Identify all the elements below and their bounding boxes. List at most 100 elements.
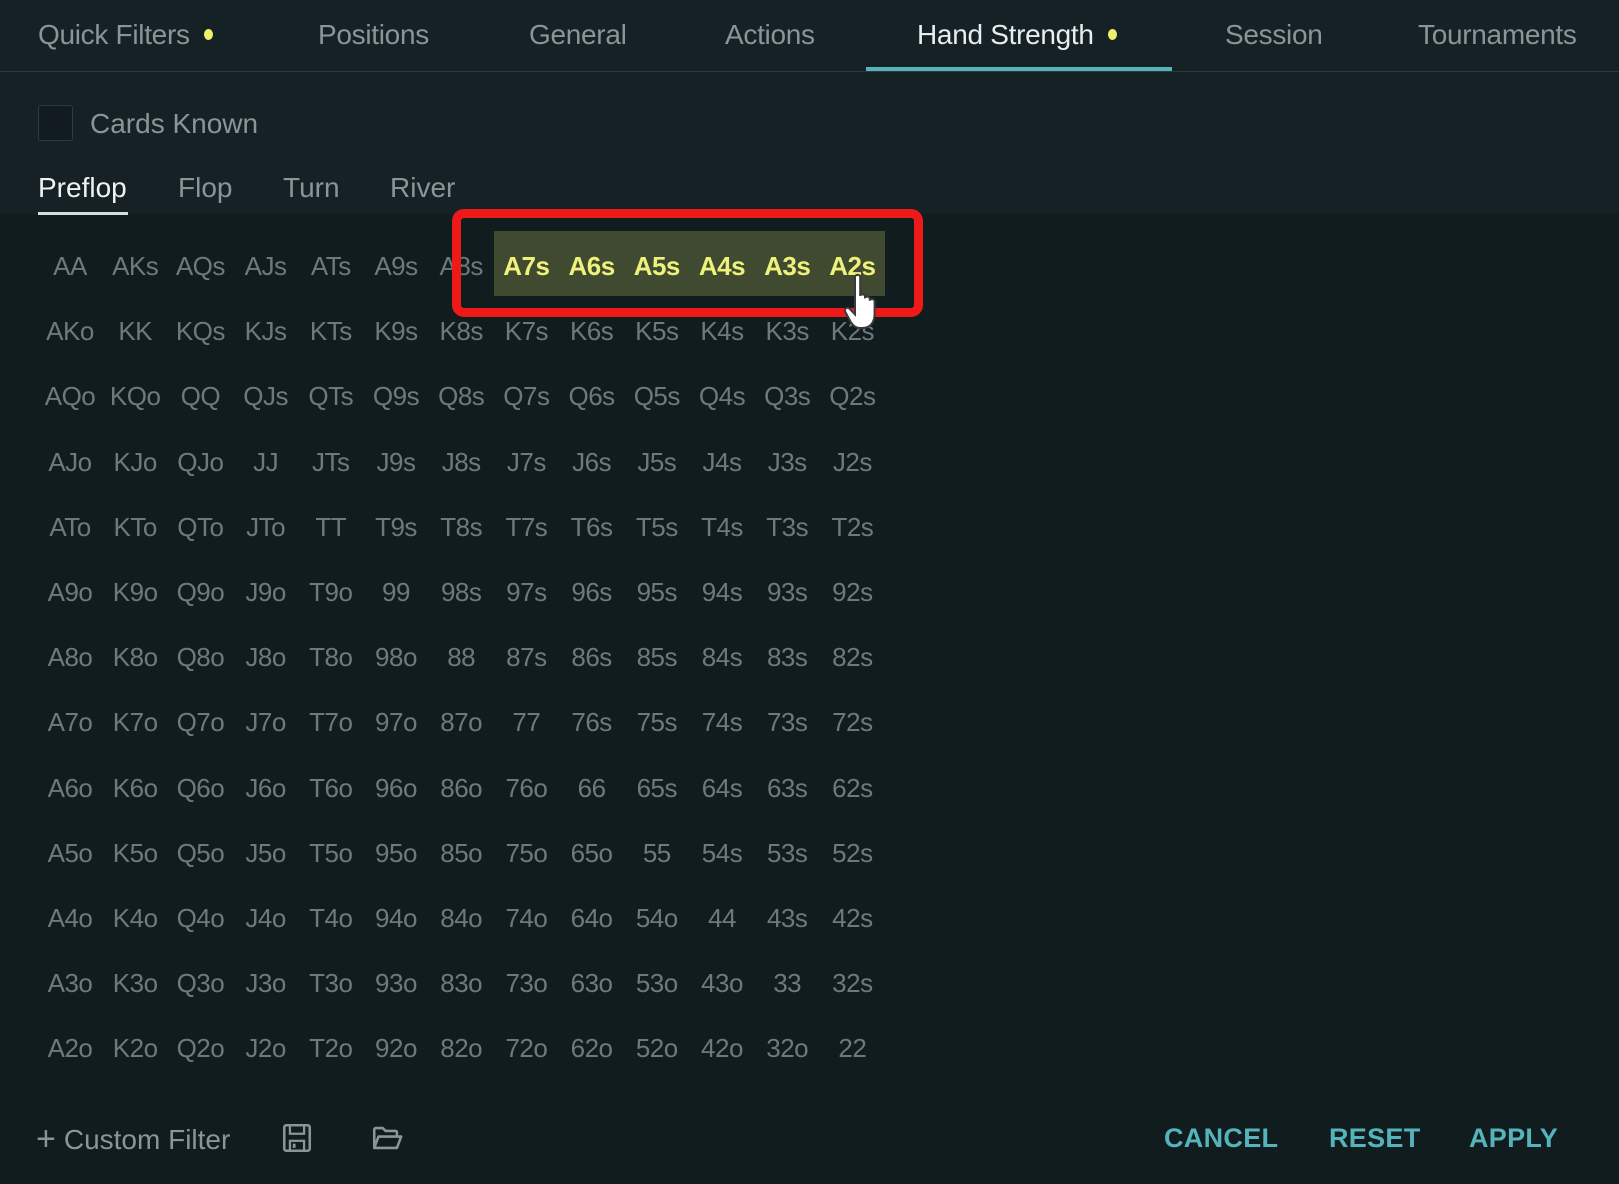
hand-cell-43o[interactable]: 43o [690,963,754,1003]
hand-cell-97o[interactable]: 97o [364,702,428,742]
hand-cell-98s[interactable]: 98s [429,572,493,612]
hand-cell-k4o[interactable]: K4o [103,898,167,938]
hand-cell-k2o[interactable]: K2o [103,1028,167,1068]
hand-cell-93s[interactable]: 93s [755,572,819,612]
hand-cell-kqs[interactable]: KQs [168,311,232,351]
hand-cell-85s[interactable]: 85s [625,637,689,677]
hand-cell-53o[interactable]: 53o [625,963,689,1003]
hand-cell-k3o[interactable]: K3o [103,963,167,1003]
hand-cell-t9s[interactable]: T9s [364,507,428,547]
hand-cell-j4s[interactable]: J4s [690,442,754,482]
hand-cell-85o[interactable]: 85o [429,833,493,873]
hand-cell-aa[interactable]: AA [38,246,102,286]
hand-cell-74o[interactable]: 74o [494,898,558,938]
hand-cell-q6s[interactable]: Q6s [560,376,624,416]
hand-cell-ajo[interactable]: AJo [38,442,102,482]
hand-cell-k2s[interactable]: K2s [820,311,884,351]
hand-cell-54o[interactable]: 54o [625,898,689,938]
hand-cell-82s[interactable]: 82s [820,637,884,677]
hand-cell-k8o[interactable]: K8o [103,637,167,677]
hand-cell-aks[interactable]: AKs [103,246,167,286]
hand-cell-42s[interactable]: 42s [820,898,884,938]
hand-cell-j3o[interactable]: J3o [234,963,298,1003]
hand-cell-44[interactable]: 44 [690,898,754,938]
tab-positions[interactable]: Positions [318,0,429,71]
hand-cell-k9o[interactable]: K9o [103,572,167,612]
hand-cell-k4s[interactable]: K4s [690,311,754,351]
hand-cell-42o[interactable]: 42o [690,1028,754,1068]
hand-cell-a9o[interactable]: A9o [38,572,102,612]
hand-cell-96o[interactable]: 96o [364,768,428,808]
hand-cell-94s[interactable]: 94s [690,572,754,612]
hand-cell-97s[interactable]: 97s [494,572,558,612]
hand-cell-t3o[interactable]: T3o [299,963,363,1003]
hand-cell-t7s[interactable]: T7s [494,507,558,547]
hand-cell-t4o[interactable]: T4o [299,898,363,938]
hand-cell-k7o[interactable]: K7o [103,702,167,742]
hand-cell-tt[interactable]: TT [299,507,363,547]
hand-cell-a9s[interactable]: A9s [364,246,428,286]
hand-cell-62o[interactable]: 62o [560,1028,624,1068]
hand-cell-jto[interactable]: JTo [234,507,298,547]
hand-cell-75s[interactable]: 75s [625,702,689,742]
hand-cell-q4s[interactable]: Q4s [690,376,754,416]
hand-cell-ats[interactable]: ATs [299,246,363,286]
hand-cell-t4s[interactable]: T4s [690,507,754,547]
hand-cell-qjo[interactable]: QJo [168,442,232,482]
hand-cell-qjs[interactable]: QJs [234,376,298,416]
hand-cell-74s[interactable]: 74s [690,702,754,742]
hand-cell-ajs[interactable]: AJs [234,246,298,286]
hand-cell-jts[interactable]: JTs [299,442,363,482]
hand-cell-73s[interactable]: 73s [755,702,819,742]
hand-cell-k6o[interactable]: K6o [103,768,167,808]
hand-cell-qts[interactable]: QTs [299,376,363,416]
hand-cell-t2s[interactable]: T2s [820,507,884,547]
hand-cell-93o[interactable]: 93o [364,963,428,1003]
hand-cell-q7o[interactable]: Q7o [168,702,232,742]
hand-cell-52s[interactable]: 52s [820,833,884,873]
hand-cell-aqo[interactable]: AQo [38,376,102,416]
hand-cell-84s[interactable]: 84s [690,637,754,677]
hand-cell-k6s[interactable]: K6s [560,311,624,351]
hand-cell-a7s[interactable]: A7s [494,246,558,286]
hand-cell-t5s[interactable]: T5s [625,507,689,547]
hand-cell-k3s[interactable]: K3s [755,311,819,351]
hand-cell-k5s[interactable]: K5s [625,311,689,351]
hand-cell-63o[interactable]: 63o [560,963,624,1003]
reset-button[interactable]: RESET [1329,1118,1421,1158]
hand-cell-j2s[interactable]: J2s [820,442,884,482]
hand-cell-64o[interactable]: 64o [560,898,624,938]
hand-cell-kjo[interactable]: KJo [103,442,167,482]
hand-cell-33[interactable]: 33 [755,963,819,1003]
hand-cell-t5o[interactable]: T5o [299,833,363,873]
hand-cell-99[interactable]: 99 [364,572,428,612]
cancel-button[interactable]: CANCEL [1164,1118,1278,1158]
hand-cell-88[interactable]: 88 [429,637,493,677]
hand-cell-j2o[interactable]: J2o [234,1028,298,1068]
hand-cell-82o[interactable]: 82o [429,1028,493,1068]
hand-cell-92s[interactable]: 92s [820,572,884,612]
street-tab-river[interactable]: River [390,168,455,208]
hand-cell-t6s[interactable]: T6s [560,507,624,547]
hand-cell-qto[interactable]: QTo [168,507,232,547]
hand-cell-t3s[interactable]: T3s [755,507,819,547]
hand-cell-43s[interactable]: 43s [755,898,819,938]
hand-cell-98o[interactable]: 98o [364,637,428,677]
hand-cell-t6o[interactable]: T6o [299,768,363,808]
hand-cell-a3s[interactable]: A3s [755,246,819,286]
hand-cell-j6o[interactable]: J6o [234,768,298,808]
hand-cell-a7o[interactable]: A7o [38,702,102,742]
hand-cell-65o[interactable]: 65o [560,833,624,873]
hand-cell-72o[interactable]: 72o [494,1028,558,1068]
hand-cell-q2o[interactable]: Q2o [168,1028,232,1068]
hand-cell-t2o[interactable]: T2o [299,1028,363,1068]
hand-cell-q4o[interactable]: Q4o [168,898,232,938]
hand-cell-kk[interactable]: KK [103,311,167,351]
hand-cell-t9o[interactable]: T9o [299,572,363,612]
hand-cell-t8s[interactable]: T8s [429,507,493,547]
tab-general[interactable]: General [529,0,627,71]
hand-cell-q3o[interactable]: Q3o [168,963,232,1003]
hand-cell-j5s[interactable]: J5s [625,442,689,482]
hand-cell-q2s[interactable]: Q2s [820,376,884,416]
hand-cell-72s[interactable]: 72s [820,702,884,742]
